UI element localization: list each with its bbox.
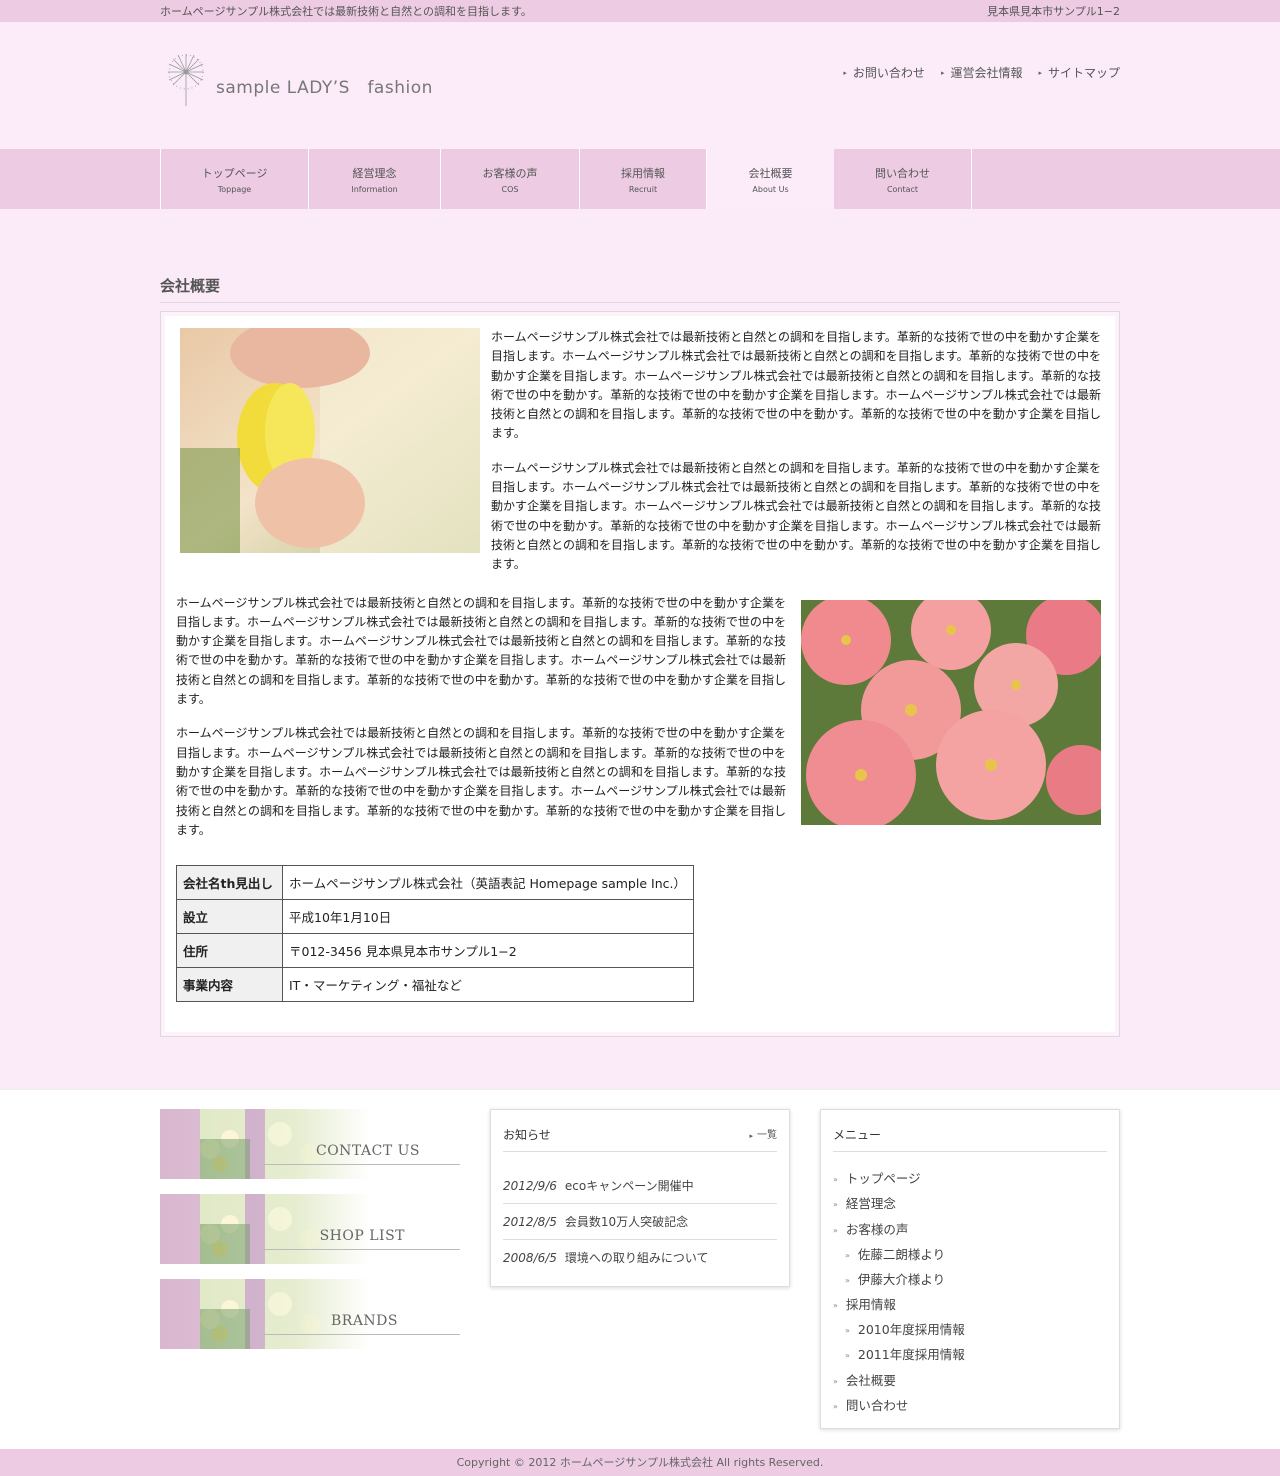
news-date: 2012/8/5 [503, 1215, 557, 1230]
table-row: 事業内容 IT・マーケティング・福祉など [176, 967, 694, 1003]
news-title: お知らせ [503, 1128, 551, 1143]
news-item[interactable]: 2008/6/5 環境への取り組みについて [503, 1240, 777, 1275]
nav-label-en: Toppage [217, 184, 252, 194]
nav-item-contact[interactable]: 問い合わせ Contact [834, 149, 972, 209]
menu-title: メニュー [833, 1128, 882, 1143]
header: sample LADY’S fashion お問い合わせ 運営会社情報 サイトマ… [0, 22, 1280, 149]
nav-item-toppage[interactable]: トップページ Toppage [161, 149, 309, 209]
menu-item-toppage[interactable]: トップページ [833, 1166, 1107, 1191]
menu-item-voice[interactable]: お客様の声 [833, 1217, 1107, 1242]
nav-label-en: About Us [752, 184, 789, 194]
table-row: 設立 平成10年1月10日 [176, 899, 694, 935]
top-bar: ホームページサンプル株式会社では最新技術と自然との調和を目指します。 見本県見本… [0, 0, 1280, 22]
site-address: 見本県見本市サンプル1−2 [987, 5, 1120, 18]
nav-label-jp: 採用情報 [621, 166, 665, 180]
nav-label-jp: お客様の声 [482, 166, 538, 180]
banner-column: CONTACT US SHOP LIST BRANDS [160, 1109, 460, 1429]
banner-contact-us[interactable]: CONTACT US [160, 1109, 460, 1180]
nav-label-jp: トップページ [201, 166, 268, 180]
banner-brands[interactable]: BRANDS [160, 1279, 460, 1350]
table-cell: IT・マーケティング・福祉など [282, 967, 694, 1003]
banner-label: BRANDS [330, 1313, 398, 1330]
main-content: 会社概要 ホームページサンプル株式会社では最新技術と自然との調和を目指します。革… [160, 209, 1120, 1038]
nav-label-en: Recruit [628, 184, 658, 194]
header-links: お問い合わせ 運営会社情報 サイトマップ [843, 64, 1120, 81]
menu-item-recruit[interactable]: 採用情報 [833, 1292, 1107, 1317]
banner-shop-list[interactable]: SHOP LIST [160, 1194, 460, 1265]
news-more-link[interactable]: 一覧 [749, 1126, 777, 1143]
banner-underline [260, 1334, 460, 1336]
dahlia-photo [801, 599, 1101, 825]
table-header-cell: 事業内容 [176, 967, 283, 1003]
logo-text: sample LADY’S fashion [216, 78, 433, 98]
page-title: 会社概要 [160, 275, 1120, 303]
content-box: ホームページサンプル株式会社では最新技術と自然との調和を目指します。革新的な技術… [160, 311, 1120, 1038]
dandelion-logo-icon [168, 54, 204, 106]
table-header-cell: 設立 [176, 899, 283, 935]
header-link-sitemap[interactable]: サイトマップ [1038, 64, 1120, 81]
nav-item-information[interactable]: 経営理念 Information [309, 149, 441, 209]
news-text: 会員数10万人突破記念 [564, 1215, 689, 1230]
table-header-cell: 住所 [176, 933, 283, 969]
news-date: 2012/9/6 [503, 1179, 557, 1194]
table-row: 住所 〒012-3456 見本県見本市サンプル1−2 [176, 933, 694, 969]
nav-label-jp: 経営理念 [352, 166, 397, 180]
nav-item-cos[interactable]: お客様の声 COS [441, 149, 580, 209]
nav-label-jp: 問い合わせ [875, 166, 930, 180]
table-cell: ホームページサンプル株式会社（英語表記 Homepage sample Inc.… [282, 865, 694, 901]
news-item[interactable]: 2012/9/6 ecoキャンペーン開催中 [503, 1168, 777, 1205]
menu-item-voice-ito[interactable]: 伊藤大介様より [833, 1267, 1107, 1292]
news-panel: お知らせ 一覧 2012/9/6 ecoキャンペーン開催中 2012/8/5 会員数… [490, 1109, 790, 1288]
site-tagline: ホームページサンプル株式会社では最新技術と自然との調和を目指します。 [160, 5, 532, 18]
footer-widgets: CONTACT US SHOP LIST BRANDS お知らせ ▸ 一覧 20… [0, 1089, 1280, 1449]
menu-item-voice-sato[interactable]: 佐藤二朗様より [833, 1242, 1107, 1267]
news-date: 2008/6/5 [503, 1251, 557, 1266]
nav-label-jp: 会社概要 [748, 166, 793, 180]
banner-underline [260, 1164, 460, 1166]
table-header-cell: 会社名th見出し [176, 865, 283, 901]
logo[interactable]: sample LADY’S fashion [164, 50, 433, 106]
news-item[interactable]: 2012/8/5 会員数10万人突破記念 [503, 1204, 777, 1241]
flower-banner-image [160, 1279, 460, 1350]
header-link-company[interactable]: 運営会社情報 [941, 64, 1022, 81]
menu-item-contact[interactable]: 問い合わせ [833, 1393, 1107, 1418]
nav-label-en: COS [501, 184, 519, 194]
company-info-table: 会社名th見出し ホームページサンプル株式会社（英語表記 Homepage sa… [176, 865, 694, 1003]
nav-item-recruit[interactable]: 採用情報 Recruit [580, 149, 707, 209]
banner-label: SHOP LIST [319, 1228, 405, 1245]
header-link-contact[interactable]: お問い合わせ [843, 64, 925, 81]
tulip-photo [180, 328, 480, 553]
menu-item-recruit-2011[interactable]: 2011年度採用情報 [833, 1342, 1107, 1367]
news-text: 環境への取り組みについて [564, 1251, 709, 1266]
menu-panel: メニュー トップページ 経営理念 お客様の声 佐藤二朗様より 伊藤大介様より 採… [820, 1109, 1120, 1429]
banner-label: CONTACT US [315, 1143, 420, 1160]
table-cell: 平成10年1月10日 [282, 899, 694, 935]
news-text: ecoキャンペーン開催中 [564, 1179, 694, 1194]
nav-label-en: Contact [886, 184, 919, 194]
menu-item-philosophy[interactable]: 経営理念 [833, 1191, 1107, 1216]
flower-banner-image [160, 1194, 460, 1265]
nav-item-about-us[interactable]: 会社概要 About Us [707, 149, 834, 209]
nav-label-en: Information [351, 184, 398, 194]
menu-item-recruit-2010[interactable]: 2010年度採用情報 [833, 1317, 1107, 1342]
global-nav: トップページ Toppage 経営理念 Information お客様の声 COS 採… [0, 149, 1280, 209]
menu-item-about[interactable]: 会社概要 [833, 1368, 1107, 1393]
table-row: 会社名th見出し ホームページサンプル株式会社（英語表記 Homepage sa… [176, 865, 694, 901]
copyright: Copyright © 2012 ホームページサンプル株式会社 All righ… [0, 1449, 1280, 1476]
banner-underline [260, 1249, 460, 1251]
table-cell: 〒012-3456 見本県見本市サンプル1−2 [282, 933, 694, 969]
